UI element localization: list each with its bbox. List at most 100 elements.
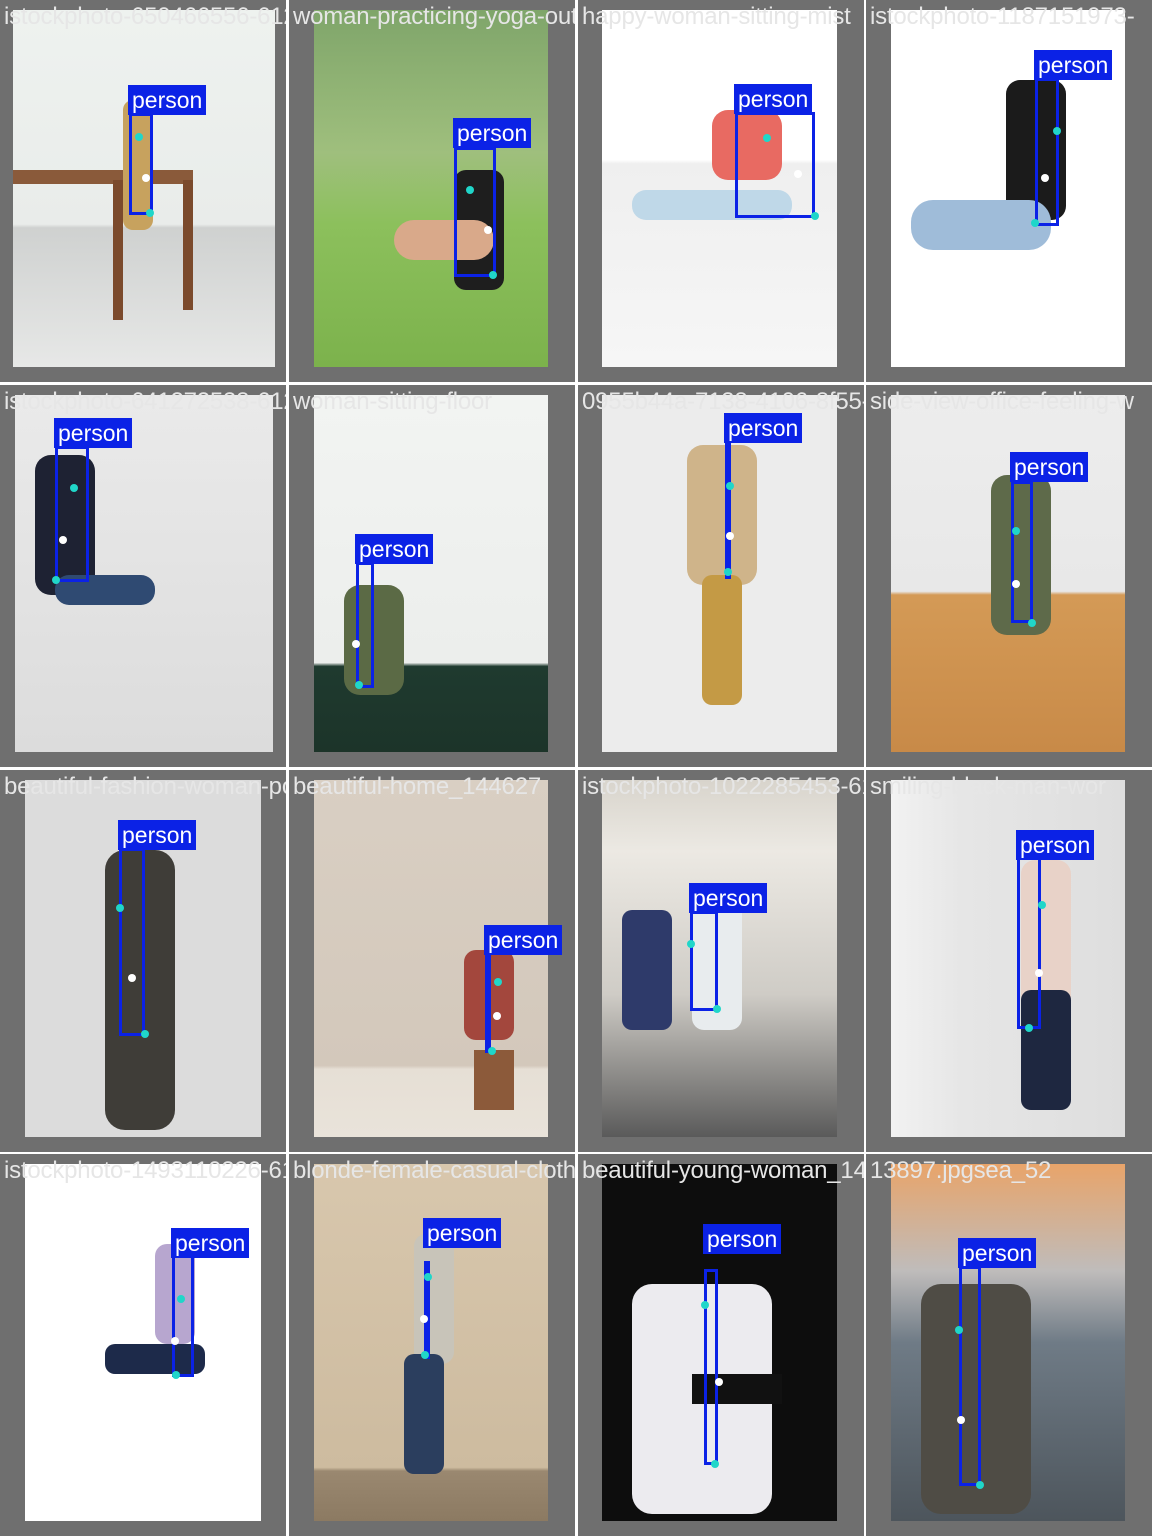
class-label: person xyxy=(703,1224,782,1254)
class-label: person xyxy=(689,883,768,913)
bounding-box[interactable] xyxy=(1017,857,1041,1029)
image-tile[interactable]: beautiful-home_144627 person xyxy=(289,770,575,1152)
bounding-box[interactable] xyxy=(690,911,718,1011)
image-tile[interactable]: blonde-female-casual-clothes-walking per… xyxy=(289,1154,575,1536)
photo xyxy=(602,780,837,1137)
keypoint xyxy=(489,271,497,279)
keypoint xyxy=(1025,1024,1033,1032)
image-tile[interactable]: happy-woman-sitting-mist person xyxy=(578,0,864,382)
tile-title: smiling-black-man-wor xyxy=(870,773,1106,800)
bounding-box[interactable] xyxy=(119,848,145,1036)
keypoint xyxy=(1053,127,1061,135)
class-label: person xyxy=(1034,50,1113,80)
keypoint xyxy=(1028,619,1036,627)
tile-title: happy-woman-sitting-mist xyxy=(582,3,851,30)
tile-title: istockphoto-650466556-612x612 (1).jpg xyxy=(4,3,286,30)
bounding-box[interactable] xyxy=(356,562,374,688)
bounding-box[interactable] xyxy=(55,446,89,582)
image-tile[interactable]: 0955b44a-7138-4106-8f55- person xyxy=(578,385,864,767)
bounding-box[interactable] xyxy=(172,1255,194,1377)
bounding-box[interactable] xyxy=(959,1266,981,1486)
keypoint xyxy=(484,226,492,234)
bounding-box[interactable] xyxy=(735,112,815,218)
keypoint xyxy=(141,1030,149,1038)
keypoint xyxy=(1041,174,1049,182)
keypoint xyxy=(726,482,734,490)
keypoint xyxy=(142,174,150,182)
class-label: person xyxy=(1016,830,1095,860)
class-label: person xyxy=(355,534,434,564)
tile-title: istockphoto-1493110226-612x612.jpg xyxy=(4,1157,286,1184)
class-label: person xyxy=(118,820,197,850)
keypoint xyxy=(172,1371,180,1379)
image-tile[interactable]: side-view-office-feeling-w person xyxy=(866,385,1152,767)
tile-title: 0955b44a-7138-4106-8f55- xyxy=(582,388,864,415)
tile-title: beautiful-fashion-woman-posing-light xyxy=(4,773,286,800)
tile-title: istockphoto-1187151973- xyxy=(870,3,1135,30)
bounding-box[interactable] xyxy=(1011,481,1033,623)
tile-title: istockphoto-1022285453-612x612.jpg xyxy=(582,773,864,800)
keypoint xyxy=(146,209,154,217)
image-tile[interactable]: istockphoto-641272538-612x612.jpg person xyxy=(0,385,286,767)
image-tile[interactable]: smiling-black-man-wor person xyxy=(866,770,1152,1152)
photo xyxy=(15,395,273,752)
tile-title: istockphoto-641272538-612x612.jpg xyxy=(4,388,286,415)
tile-title: 13897.jpgsea_52 xyxy=(870,1157,1052,1184)
keypoint xyxy=(687,940,695,948)
keypoint xyxy=(135,133,143,141)
tile-title: beautiful-young-woman_144627 xyxy=(582,1157,864,1184)
class-label: person xyxy=(171,1228,250,1258)
class-label: person xyxy=(1010,452,1089,482)
keypoint xyxy=(128,974,136,982)
keypoint xyxy=(811,212,819,220)
photo xyxy=(602,1164,837,1521)
tile-title: woman-practicing-yoga-outdoor-wellness xyxy=(293,3,575,30)
keypoint xyxy=(1035,969,1043,977)
photo xyxy=(314,780,548,1137)
image-tile[interactable]: beautiful-fashion-woman-posing-light per… xyxy=(0,770,286,1152)
photo xyxy=(891,395,1125,752)
image-tile[interactable]: woman-sitting-floor person xyxy=(289,385,575,767)
image-tile[interactable]: istockphoto-1022285453-612x612.jpg perso… xyxy=(578,770,864,1152)
keypoint xyxy=(713,1005,721,1013)
bounding-box[interactable] xyxy=(454,147,496,277)
keypoint xyxy=(466,186,474,194)
class-label: person xyxy=(724,413,803,443)
keypoint xyxy=(763,134,771,142)
keypoint xyxy=(70,484,78,492)
bounding-box[interactable] xyxy=(485,953,491,1053)
tile-title: side-view-office-feeling-w xyxy=(870,388,1134,415)
keypoint xyxy=(494,978,502,986)
keypoint xyxy=(177,1295,185,1303)
bounding-box[interactable] xyxy=(704,1269,718,1465)
class-label: person xyxy=(128,85,207,115)
bounding-box[interactable] xyxy=(1035,78,1059,226)
image-tile[interactable]: 13897.jpgsea_52 person xyxy=(866,1154,1152,1536)
keypoint xyxy=(355,681,363,689)
image-tile[interactable]: istockphoto-1187151973- person xyxy=(866,0,1152,382)
keypoint xyxy=(59,536,67,544)
class-label: person xyxy=(958,1238,1037,1268)
keypoint xyxy=(726,532,734,540)
keypoint xyxy=(424,1273,432,1281)
keypoint xyxy=(1038,901,1046,909)
results-grid: istockphoto-650466556-612x612 (1).jpg pe… xyxy=(0,0,1152,1536)
bounding-box[interactable] xyxy=(129,113,153,215)
keypoint xyxy=(957,1416,965,1424)
image-tile[interactable]: beautiful-young-woman_144627 person xyxy=(578,1154,864,1536)
class-label: person xyxy=(423,1218,502,1248)
photo xyxy=(602,395,837,752)
keypoint xyxy=(171,1337,179,1345)
tile-title: beautiful-home_144627 xyxy=(293,773,541,800)
class-label: person xyxy=(453,118,532,148)
photo xyxy=(314,395,548,752)
image-tile[interactable]: istockphoto-1493110226-612x612.jpg perso… xyxy=(0,1154,286,1536)
image-tile[interactable]: istockphoto-650466556-612x612 (1).jpg pe… xyxy=(0,0,286,382)
keypoint xyxy=(488,1047,496,1055)
class-label: person xyxy=(734,84,813,114)
bounding-box[interactable] xyxy=(725,441,731,579)
keypoint xyxy=(701,1301,709,1309)
image-tile[interactable]: woman-practicing-yoga-outdoor-wellness p… xyxy=(289,0,575,382)
keypoint xyxy=(976,1481,984,1489)
keypoint xyxy=(352,640,360,648)
